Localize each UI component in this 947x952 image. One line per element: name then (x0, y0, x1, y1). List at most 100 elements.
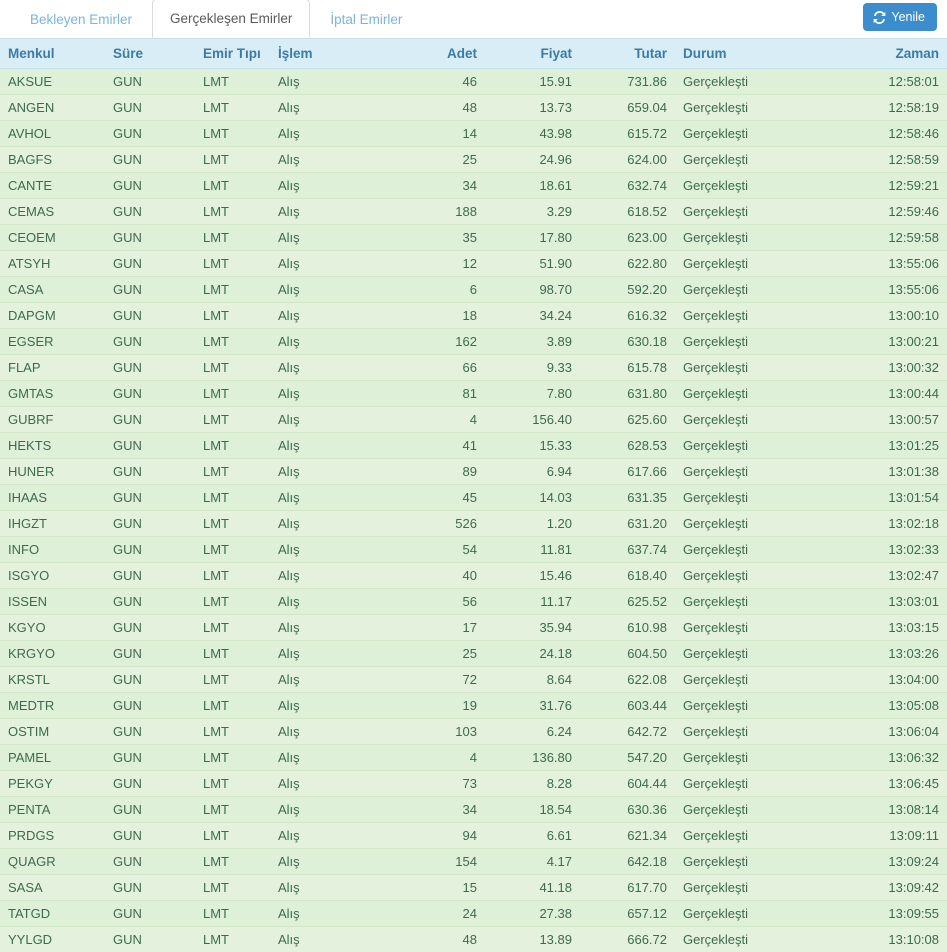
cell-tutar: 622.08 (580, 667, 675, 693)
cell-zaman: 13:00:32 (865, 355, 947, 381)
cell-fiyat: 156.40 (485, 407, 580, 433)
table-row[interactable]: INFOGUNLMTAlış5411.81637.74Gerçekleşti13… (0, 537, 947, 563)
cell-tip: LMT (195, 303, 270, 329)
table-row[interactable]: GUBRFGUNLMTAlış4156.40625.60Gerçekleşti1… (0, 407, 947, 433)
cell-tip: LMT (195, 433, 270, 459)
table-row[interactable]: MEDTRGUNLMTAlış1931.76603.44Gerçekleşti1… (0, 693, 947, 719)
table-row[interactable]: CASAGUNLMTAlış698.70592.20Gerçekleşti13:… (0, 277, 947, 303)
column-header-tutar[interactable]: Tutar (580, 39, 675, 69)
table-row[interactable]: KGYOGUNLMTAlış1735.94610.98Gerçekleşti13… (0, 615, 947, 641)
cell-sure: GUN (105, 927, 195, 952)
table-row[interactable]: CEMASGUNLMTAlış1883.29618.52Gerçekleşti1… (0, 199, 947, 225)
cell-tutar: 666.72 (580, 927, 675, 952)
cell-islem: Alış (270, 771, 385, 797)
column-header-islem[interactable]: İşlem (270, 39, 385, 69)
tab-2[interactable]: İptal Emirler (312, 0, 420, 38)
table-row[interactable]: DAPGMGUNLMTAlış1834.24616.32Gerçekleşti1… (0, 303, 947, 329)
table-row[interactable]: EGSERGUNLMTAlış1623.89630.18Gerçekleşti1… (0, 329, 947, 355)
tab-0[interactable]: Bekleyen Emirler (12, 0, 150, 38)
column-header-menkul[interactable]: Menkul (0, 39, 105, 69)
cell-durum: Gerçekleşti (675, 849, 865, 875)
cell-zaman: 13:04:00 (865, 667, 947, 693)
table-row[interactable]: ANGENGUNLMTAlış4813.73659.04Gerçekleşti1… (0, 95, 947, 121)
cell-islem: Alış (270, 69, 385, 95)
table-row[interactable]: OSTIMGUNLMTAlış1036.24642.72Gerçekleşti1… (0, 719, 947, 745)
cell-fiyat: 24.96 (485, 147, 580, 173)
order-tabs: Bekleyen EmirlerGerçekleşen Emirlerİptal… (12, 0, 947, 38)
table-row[interactable]: BAGFSGUNLMTAlış2524.96624.00Gerçekleşti1… (0, 147, 947, 173)
cell-durum: Gerçekleşti (675, 485, 865, 511)
cell-sure: GUN (105, 511, 195, 537)
table-row[interactable]: GMTASGUNLMTAlış817.80631.80Gerçekleşti13… (0, 381, 947, 407)
cell-fiyat: 6.24 (485, 719, 580, 745)
table-row[interactable]: QUAGRGUNLMTAlış1544.17642.18Gerçekleşti1… (0, 849, 947, 875)
cell-adet: 46 (385, 69, 485, 95)
table-row[interactable]: YYLGDGUNLMTAlış4813.89666.72Gerçekleşti1… (0, 927, 947, 952)
table-row[interactable]: CANTEGUNLMTAlış3418.61632.74Gerçekleşti1… (0, 173, 947, 199)
table-row[interactable]: IHAASGUNLMTAlış4514.03631.35Gerçekleşti1… (0, 485, 947, 511)
column-header-fiyat[interactable]: Fiyat (485, 39, 580, 69)
cell-fiyat: 15.46 (485, 563, 580, 589)
cell-islem: Alış (270, 147, 385, 173)
column-header-durum[interactable]: Durum (675, 39, 865, 69)
table-row[interactable]: SASAGUNLMTAlış1541.18617.70Gerçekleşti13… (0, 875, 947, 901)
table-row[interactable]: HEKTSGUNLMTAlış4115.33628.53Gerçekleşti1… (0, 433, 947, 459)
cell-adet: 73 (385, 771, 485, 797)
cell-tutar: 631.35 (580, 485, 675, 511)
cell-menkul: TATGD (0, 901, 105, 927)
column-header-tip[interactable]: Emir Tıpı (195, 39, 270, 69)
cell-durum: Gerçekleşti (675, 173, 865, 199)
cell-adet: 34 (385, 797, 485, 823)
table-row[interactable]: ISSENGUNLMTAlış5611.17625.52Gerçekleşti1… (0, 589, 947, 615)
cell-tutar: 659.04 (580, 95, 675, 121)
table-row[interactable]: HUNERGUNLMTAlış896.94617.66Gerçekleşti13… (0, 459, 947, 485)
table-row[interactable]: ATSYHGUNLMTAlış1251.90622.80Gerçekleşti1… (0, 251, 947, 277)
tab-1[interactable]: Gerçekleşen Emirler (152, 0, 310, 38)
cell-sure: GUN (105, 199, 195, 225)
cell-zaman: 13:03:01 (865, 589, 947, 615)
table-row[interactable]: ISGYOGUNLMTAlış4015.46618.40Gerçekleşti1… (0, 563, 947, 589)
cell-adet: 19 (385, 693, 485, 719)
table-row[interactable]: PAMELGUNLMTAlış4136.80547.20Gerçekleşti1… (0, 745, 947, 771)
cell-islem: Alış (270, 537, 385, 563)
table-row[interactable]: PEKGYGUNLMTAlış738.28604.44Gerçekleşti13… (0, 771, 947, 797)
cell-islem: Alış (270, 693, 385, 719)
cell-menkul: HEKTS (0, 433, 105, 459)
column-header-zaman[interactable]: Zaman (865, 39, 947, 69)
cell-tutar: 632.74 (580, 173, 675, 199)
cell-tutar: 592.20 (580, 277, 675, 303)
cell-menkul: ISGYO (0, 563, 105, 589)
cell-sure: GUN (105, 329, 195, 355)
table-row[interactable]: CEOEMGUNLMTAlış3517.80623.00Gerçekleşti1… (0, 225, 947, 251)
cell-tip: LMT (195, 329, 270, 355)
table-row[interactable]: AVHOLGUNLMTAlış1443.98615.72Gerçekleşti1… (0, 121, 947, 147)
cell-islem: Alış (270, 433, 385, 459)
table-row[interactable]: AKSUEGUNLMTAlış4615.91731.86Gerçekleşti1… (0, 69, 947, 95)
cell-adet: 72 (385, 667, 485, 693)
cell-islem: Alış (270, 615, 385, 641)
cell-sure: GUN (105, 875, 195, 901)
cell-islem: Alış (270, 329, 385, 355)
table-row[interactable]: FLAPGUNLMTAlış669.33615.78Gerçekleşti13:… (0, 355, 947, 381)
cell-adet: 66 (385, 355, 485, 381)
cell-islem: Alış (270, 745, 385, 771)
table-row[interactable]: PENTAGUNLMTAlış3418.54630.36Gerçekleşti1… (0, 797, 947, 823)
cell-islem: Alış (270, 173, 385, 199)
cell-sure: GUN (105, 823, 195, 849)
cell-durum: Gerçekleşti (675, 407, 865, 433)
table-header-row: MenkulSüreEmir TıpıİşlemAdetFiyatTutarDu… (0, 39, 947, 69)
column-header-adet[interactable]: Adet (385, 39, 485, 69)
cell-tip: LMT (195, 641, 270, 667)
column-header-sure[interactable]: Süre (105, 39, 195, 69)
table-row[interactable]: IHGZTGUNLMTAlış5261.20631.20Gerçekleşti1… (0, 511, 947, 537)
table-row[interactable]: KRSTLGUNLMTAlış728.64622.08Gerçekleşti13… (0, 667, 947, 693)
cell-sure: GUN (105, 459, 195, 485)
cell-sure: GUN (105, 537, 195, 563)
cell-zaman: 13:55:06 (865, 277, 947, 303)
table-row[interactable]: PRDGSGUNLMTAlış946.61621.34Gerçekleşti13… (0, 823, 947, 849)
table-row[interactable]: KRGYOGUNLMTAlış2524.18604.50Gerçekleşti1… (0, 641, 947, 667)
cell-tutar: 617.70 (580, 875, 675, 901)
table-row[interactable]: TATGDGUNLMTAlış2427.38657.12Gerçekleşti1… (0, 901, 947, 927)
refresh-button[interactable]: Yenile (863, 3, 937, 31)
cell-tip: LMT (195, 225, 270, 251)
